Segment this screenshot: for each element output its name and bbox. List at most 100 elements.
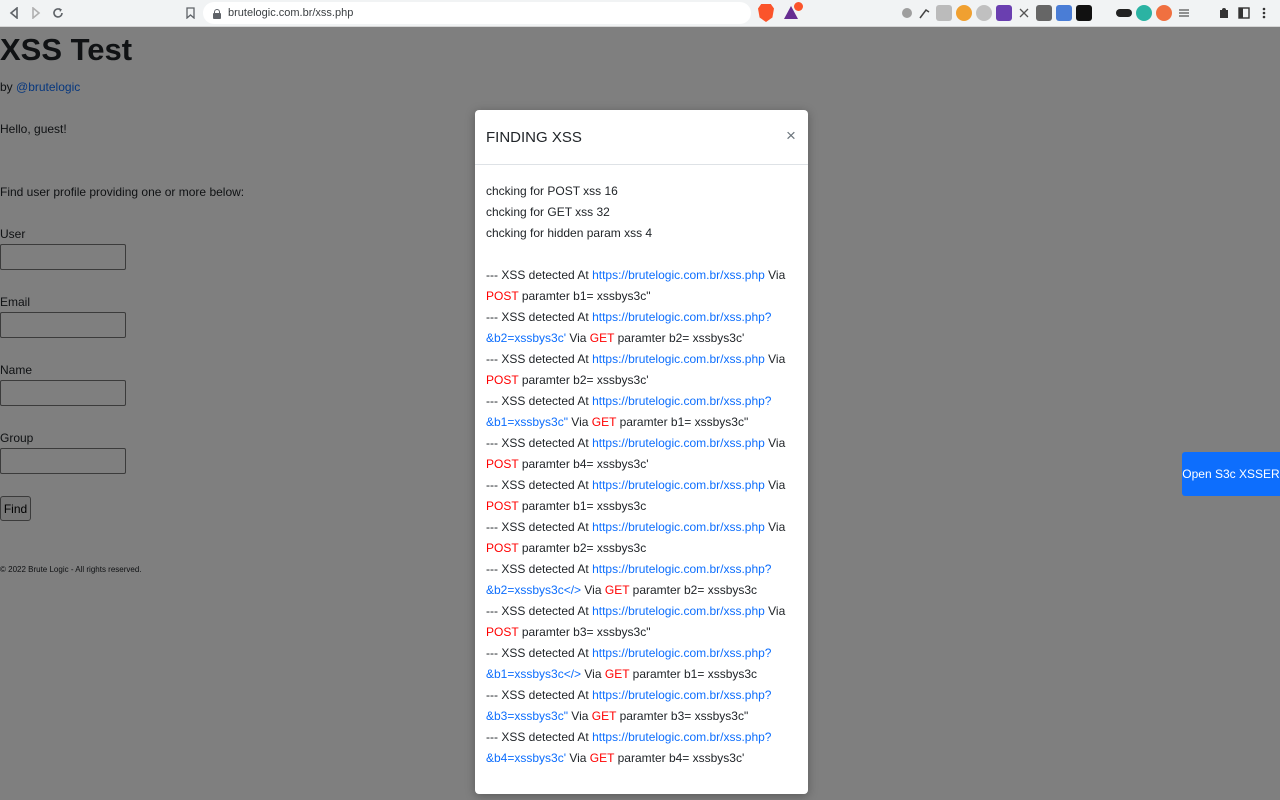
address-bar[interactable]: brutelogic.com.br/xss.php (203, 2, 751, 24)
result-prefix: --- XSS detected At (486, 478, 593, 492)
result-param: paramter b3= xssbys3c" (521, 625, 651, 639)
extension-cursor-icon[interactable] (936, 5, 952, 21)
extension-translate-icon[interactable] (1056, 5, 1072, 21)
result-via: Via (566, 751, 590, 765)
xss-result-item: --- XSS detected At https://brutelogic.c… (486, 643, 794, 685)
xss-result-item: --- XSS detected At https://brutelogic.c… (486, 601, 794, 643)
close-icon[interactable]: × (784, 127, 798, 145)
result-url-link[interactable]: https://brutelogic.com.br/xss.php (592, 436, 765, 450)
result-url-link[interactable]: https://brutelogic.com.br/xss.php (592, 352, 765, 366)
result-url-link[interactable]: https://brutelogic.com.br/xss.php (592, 478, 765, 492)
sidebar-toggle-icon[interactable] (1236, 5, 1252, 21)
xss-result-item: --- XSS detected At https://brutelogic.c… (486, 559, 794, 601)
xss-result-item: --- XSS detected At https://brutelogic.c… (486, 685, 794, 727)
xss-result-item: --- XSS detected At https://brutelogic.c… (486, 391, 794, 433)
extension-box-icon[interactable] (1036, 5, 1052, 21)
extension-bug-icon[interactable] (902, 8, 912, 18)
result-prefix: --- XSS detected At (486, 436, 593, 450)
extension-globe-icon[interactable] (976, 5, 992, 21)
brave-shield-icon[interactable] (758, 4, 774, 22)
results-list: --- XSS detected At https://brutelogic.c… (486, 265, 797, 769)
result-via: Via (764, 478, 786, 492)
result-param: paramter b2= xssbys3c' (617, 331, 745, 345)
result-via: Via (764, 352, 786, 366)
result-method: POST (486, 499, 519, 513)
extension-64-icon[interactable] (1076, 5, 1092, 21)
result-method: GET (604, 667, 630, 681)
result-via: Via (764, 268, 786, 282)
open-xsser-button[interactable]: Open S3c XSSER (1182, 452, 1280, 496)
check-get-line: chcking for GET xss 32 (486, 205, 610, 219)
check-hidden-line: chcking for hidden param xss 4 (486, 226, 653, 240)
result-method: GET (591, 709, 617, 723)
result-param: paramter b1= xssbys3c" (521, 289, 651, 303)
extension-tool-icon[interactable] (916, 5, 932, 21)
extension-cookie-icon[interactable] (956, 5, 972, 21)
result-param: paramter b1= xssbys3c (632, 667, 758, 681)
xss-result-item: --- XSS detected At https://brutelogic.c… (486, 307, 794, 349)
result-method: GET (591, 415, 617, 429)
result-method: GET (604, 583, 630, 597)
result-param: paramter b3= xssbys3c" (619, 709, 749, 723)
result-prefix: --- XSS detected At (486, 520, 593, 534)
extension-wizard-icon[interactable] (996, 5, 1012, 21)
result-prefix: --- XSS detected At (486, 394, 593, 408)
result-via: Via (567, 415, 592, 429)
result-prefix: --- XSS detected At (486, 268, 593, 282)
result-prefix: --- XSS detected At (486, 688, 593, 702)
extension-mosquito-icon[interactable] (1016, 5, 1032, 21)
finding-xss-modal: FINDING XSS × chcking for POST xss 16 ch… (475, 110, 808, 794)
extension-shield-icon[interactable] (1156, 5, 1172, 21)
brave-rewards-icon[interactable] (784, 2, 803, 20)
lock-icon (213, 8, 222, 19)
result-param: paramter b2= xssbys3c (521, 541, 647, 555)
result-method: GET (589, 751, 615, 765)
result-prefix: --- XSS detected At (486, 310, 593, 324)
address-url: brutelogic.com.br/xss.php (228, 7, 354, 19)
xss-result-item: --- XSS detected At https://brutelogic.c… (486, 475, 794, 517)
result-url-link[interactable]: https://brutelogic.com.br/xss.php (592, 520, 765, 534)
xss-result-item: --- XSS detected At https://brutelogic.c… (486, 349, 794, 391)
reload-icon[interactable] (47, 2, 69, 24)
result-method: GET (589, 331, 615, 345)
xss-result-item: --- XSS detected At https://brutelogic.c… (486, 433, 794, 475)
extensions-puzzle-icon[interactable] (1216, 5, 1232, 21)
result-via: Via (764, 520, 786, 534)
result-prefix: --- XSS detected At (486, 730, 593, 744)
extension-sliders-icon[interactable] (1176, 5, 1192, 21)
result-prefix: --- XSS detected At (486, 352, 593, 366)
result-param: paramter b2= xssbys3c (632, 583, 758, 597)
result-prefix: --- XSS detected At (486, 604, 593, 618)
result-via: Via (581, 583, 605, 597)
result-prefix: --- XSS detected At (486, 562, 593, 576)
result-via: Via (764, 604, 786, 618)
browser-toolbar: brutelogic.com.br/xss.php (0, 0, 1280, 27)
back-arrow-icon[interactable] (3, 2, 25, 24)
result-via: Via (764, 436, 786, 450)
result-method: POST (486, 457, 519, 471)
extension-code-icon[interactable] (1136, 5, 1152, 21)
result-method: POST (486, 289, 519, 303)
extension-xss-icon[interactable] (1196, 5, 1212, 21)
modal-body: chcking for POST xss 16 chcking for GET … (475, 165, 808, 769)
result-url-link[interactable]: https://brutelogic.com.br/xss.php (592, 604, 765, 618)
extension-gs-icon[interactable] (1096, 5, 1112, 21)
result-url-link[interactable]: https://brutelogic.com.br/xss.php (592, 268, 765, 282)
browser-menu-icon[interactable] (1256, 5, 1272, 21)
result-method: POST (486, 373, 519, 387)
result-param: paramter b1= xssbys3c (521, 499, 647, 513)
xss-result-item: --- XSS detected At https://brutelogic.c… (486, 517, 794, 559)
result-param: paramter b1= xssbys3c" (619, 415, 749, 429)
xss-result-item: --- XSS detected At https://brutelogic.c… (486, 727, 794, 769)
xss-result-item: --- XSS detected At https://brutelogic.c… (486, 265, 794, 307)
result-method: POST (486, 541, 519, 555)
extension-glasses-icon[interactable] (1116, 9, 1132, 17)
check-post-line: chcking for POST xss 16 (486, 184, 618, 198)
forward-arrow-icon[interactable] (25, 2, 47, 24)
result-method: POST (486, 625, 519, 639)
result-param: paramter b4= xssbys3c' (617, 751, 745, 765)
result-prefix: --- XSS detected At (486, 646, 593, 660)
extensions-bar (902, 3, 1280, 23)
bookmark-icon[interactable] (182, 3, 198, 23)
modal-header: FINDING XSS × (475, 110, 808, 165)
